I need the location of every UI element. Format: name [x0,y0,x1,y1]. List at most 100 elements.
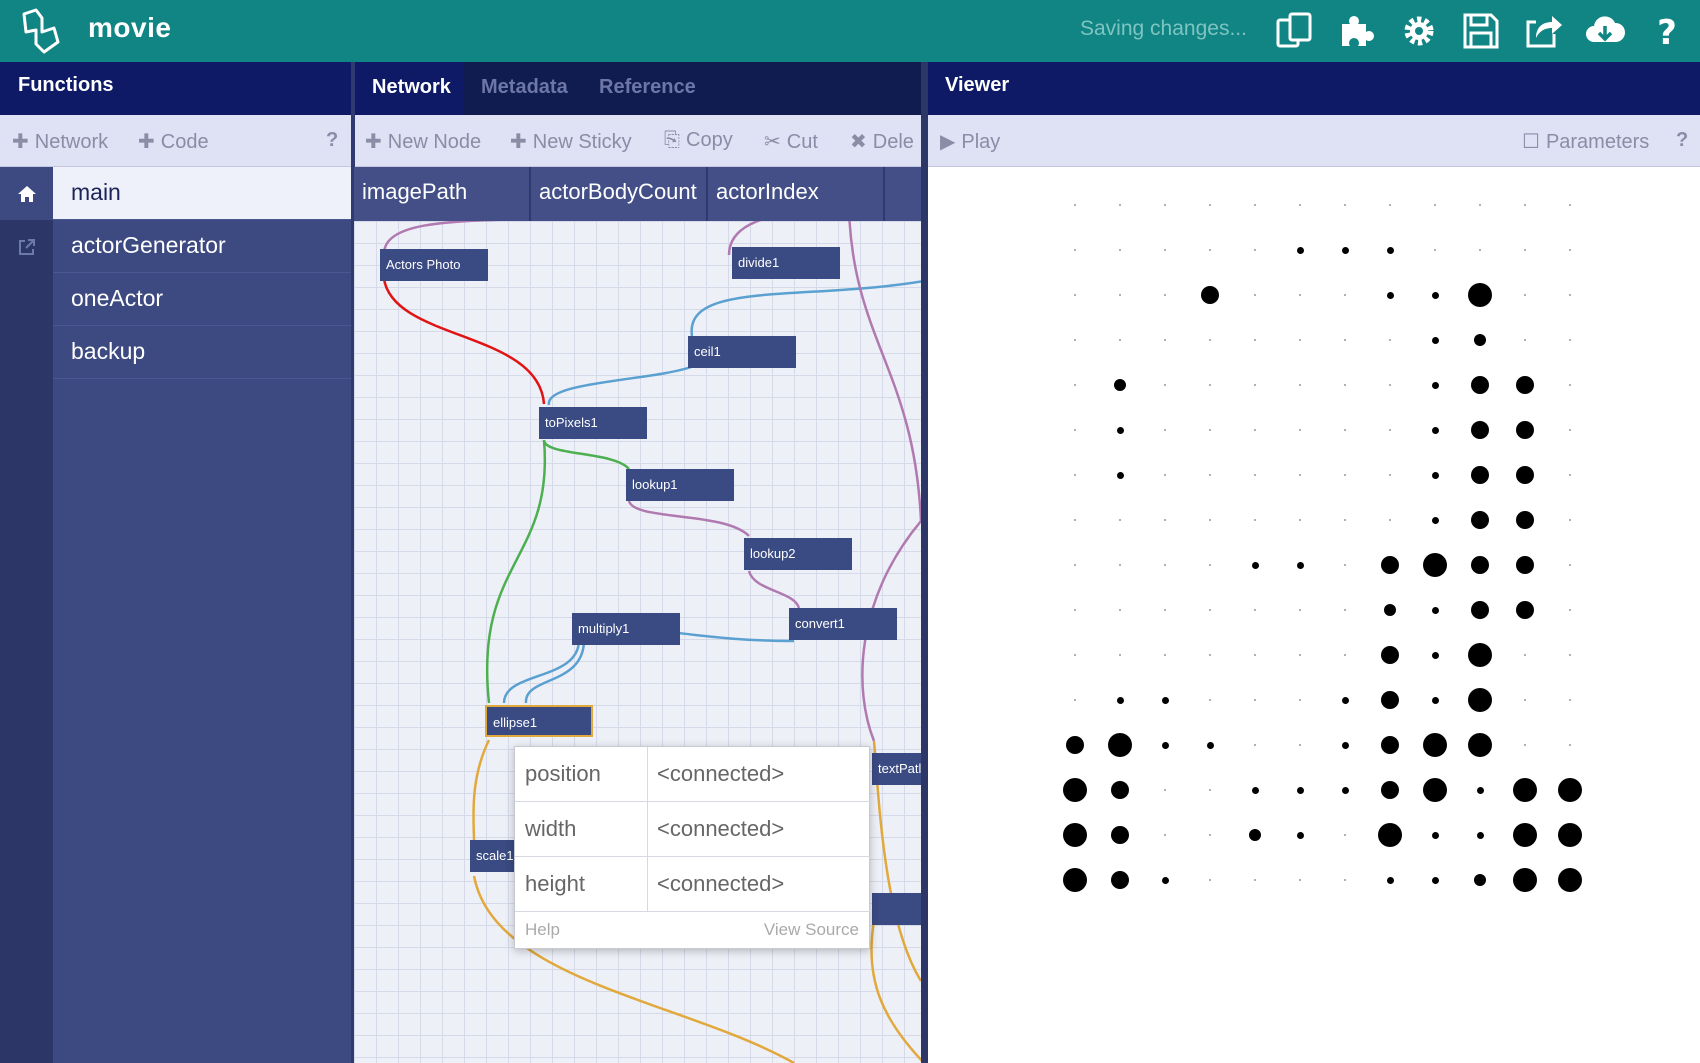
cloud-download-icon[interactable] [1582,8,1628,54]
node-multiply1[interactable]: multiply1 [572,613,680,645]
plus-icon: ✚ [12,131,29,153]
halftone-dot [1471,421,1489,439]
function-item-oneactor[interactable]: oneActor [53,273,351,326]
port-actorindex[interactable]: actorIndex [708,167,885,221]
halftone-dot [1116,471,1124,479]
cut-button[interactable]: ✂ Cut [764,129,818,154]
node-lookup1[interactable]: lookup1 [626,469,734,501]
halftone-dot [1209,204,1211,206]
new-sticky-button[interactable]: ✚ New Sticky [510,129,632,154]
node-convert1[interactable]: convert1 [789,608,897,640]
halftone-dot [1389,429,1391,431]
halftone-dot [1431,426,1439,434]
halftone-dot [1524,339,1526,341]
halftone-dot [1074,564,1076,566]
add-network-button[interactable]: ✚ Network [12,129,108,154]
halftone-dot [1558,778,1582,802]
halftone-dot [1299,654,1301,656]
node-topixels1[interactable]: toPixels1 [539,407,647,439]
port-value: <connected> [657,816,785,841]
halftone-dot [1468,733,1492,757]
halftone-dot [1251,561,1259,569]
halftone-dot [1558,868,1582,892]
checkbox-icon[interactable]: ☐ [1522,131,1540,153]
halftone-dot [1389,519,1391,521]
halftone-dot [1209,654,1211,656]
popup-help-link[interactable]: Help [525,920,560,940]
node-ceil1[interactable]: ceil1 [688,336,796,368]
halftone-dot [1344,339,1346,341]
network-toolbar: ✚ New Node ✚ New Sticky ⎘ Copy ✂ Cut ✖ Dele [355,115,921,167]
halftone-dot [1074,339,1076,341]
halftone-dot [1341,786,1349,794]
panel-divider[interactable] [921,62,928,1063]
halftone-dot [1164,519,1166,521]
app-logo-icon[interactable] [18,8,62,54]
halftone-dot [1074,609,1076,611]
external-link-icon[interactable] [0,220,53,273]
halftone-dot [1569,384,1571,386]
tab-reference[interactable]: Reference [582,62,713,115]
tab-metadata[interactable]: Metadata [464,62,585,115]
popup-row-height[interactable]: height <connected> [515,857,871,912]
node-actors-photo[interactable]: Actors Photo [380,249,488,281]
wire [627,500,750,537]
halftone-dot [1344,429,1346,431]
halftone-dot [1344,474,1346,476]
halftone-dot [1479,249,1481,251]
popup-row-width[interactable]: width <connected> [515,802,871,857]
halftone-dot [1209,249,1211,251]
new-node-button[interactable]: ✚ New Node [365,129,481,154]
viewer-help-button[interactable]: ? [1676,129,1688,152]
share-icon[interactable] [1520,8,1566,54]
save-icon[interactable] [1458,8,1504,54]
delete-button[interactable]: ✖ Dele [850,129,914,154]
wire [382,278,546,405]
add-code-button[interactable]: ✚ Code [138,129,209,154]
popup-view-source-link[interactable]: View Source [764,920,859,940]
plus-icon: ✚ [138,131,155,153]
halftone-dot [1063,778,1087,802]
copy-button[interactable]: ⎘ Copy [664,129,733,152]
node-unnamed[interactable] [872,893,921,925]
viewer-canvas[interactable] [928,167,1700,1063]
home-icon[interactable] [0,167,53,220]
node-divide1[interactable]: divide1 [732,247,840,279]
halftone-dot [1344,384,1346,386]
wire [848,221,921,522]
halftone-dot [1074,429,1076,431]
parameters-toggle[interactable]: ☐ Parameters [1522,129,1649,154]
port-imagepath[interactable]: imagePath [354,167,531,221]
play-button[interactable]: ▶ Play [940,129,1000,154]
function-item-backup[interactable]: backup [53,326,351,379]
functions-help-button[interactable]: ? [326,129,338,152]
node-ellipse1[interactable]: ellipse1 [485,705,593,737]
port-actorbodycount[interactable]: actorBodyCount [531,167,708,221]
popup-row-position[interactable]: position <connected> [515,747,871,802]
scissors-icon: ✂ [764,131,781,153]
halftone-dot [1111,826,1129,844]
published-ports: imagePath actorBodyCount actorIndex [354,167,921,221]
halftone-dot [1254,699,1256,701]
halftone-dot [1119,249,1121,251]
halftone-dot [1431,696,1439,704]
viewer-title: Viewer [945,74,1010,96]
node-textpath[interactable]: textPatl [872,753,921,785]
halftone-dot [1344,609,1346,611]
function-item-actorgenerator[interactable]: actorGenerator [53,220,351,273]
halftone-dot [1471,466,1489,484]
port-name: width [525,816,577,841]
halftone-dot [1209,474,1211,476]
halftone-dot [1471,376,1489,394]
node-lookup2[interactable]: lookup2 [744,538,852,570]
halftone-dot [1476,831,1484,839]
halftone-dot [1434,204,1436,206]
function-item-main[interactable]: main [53,167,351,220]
halftone-dot [1254,294,1256,296]
tab-network[interactable]: Network [355,62,468,115]
port-value: <connected> [657,761,785,786]
documents-icon[interactable] [1272,8,1318,54]
help-icon[interactable]: ? [1644,8,1690,54]
gear-icon[interactable] [1396,8,1442,54]
puzzle-icon[interactable] [1334,8,1380,54]
